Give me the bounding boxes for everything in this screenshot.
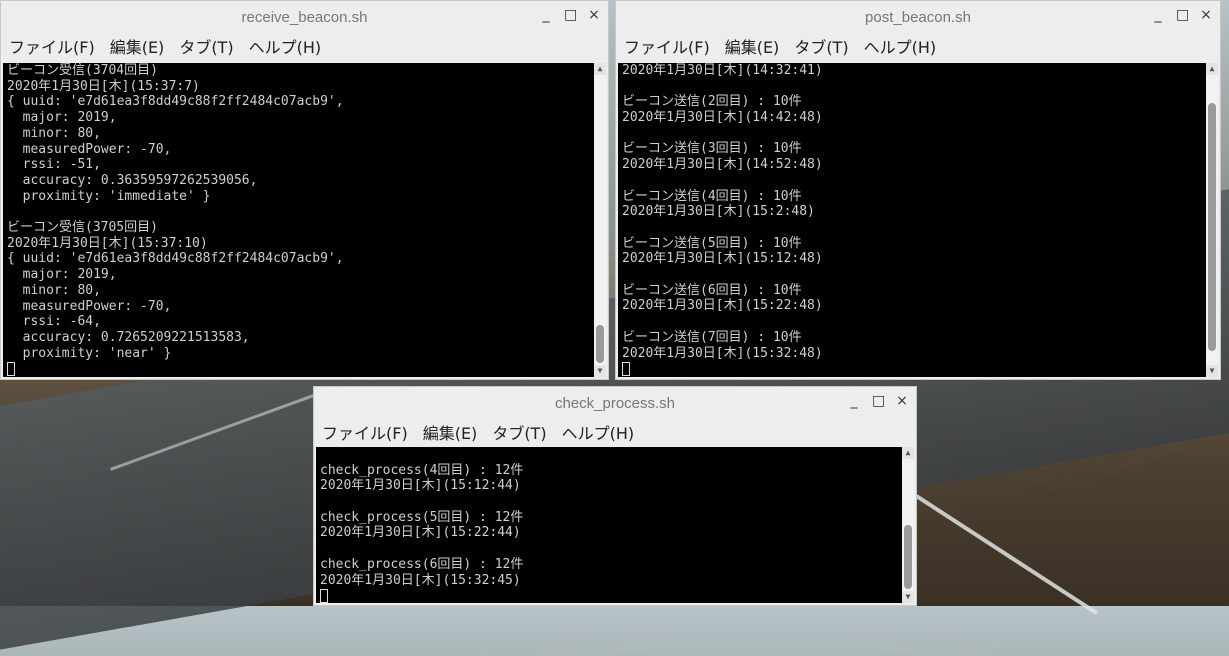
terminal-line: 2020年1月30日[木](14:32:41) bbox=[622, 63, 823, 78]
scroll-up-arrow-icon[interactable]: ▲ bbox=[1206, 63, 1218, 75]
terminal-line: { uuid: 'e7d61ea3f8dd49c88f2ff2484c07acb… bbox=[7, 251, 344, 267]
menu-help[interactable]: ヘルプ(H) bbox=[864, 34, 937, 58]
terminal-output[interactable]: 2020年1月30日[木](14:32:41) ビーコン送信(2回目) : 10件… bbox=[618, 63, 1218, 377]
terminal-line: ビーコン送信(5回目) : 10件 bbox=[622, 235, 802, 251]
menu-tabs[interactable]: タブ(T) bbox=[179, 34, 233, 58]
terminal-line: 2020年1月30日[木](15:22:48) bbox=[622, 298, 823, 314]
vertical-scrollbar[interactable]: ▲ ▼ bbox=[1206, 63, 1218, 377]
scroll-up-arrow-icon[interactable]: ▲ bbox=[594, 63, 606, 75]
terminal-line: 2020年1月30日[木](15:2:48) bbox=[622, 204, 815, 220]
menu-bar: ファイル(F) 編集(E) タブ(T) ヘルプ(H) bbox=[1, 32, 608, 60]
terminal-line: major: 2019, bbox=[7, 267, 117, 283]
maximize-button[interactable]: □ bbox=[564, 7, 577, 23]
terminal-line: ビーコン送信(7回目) : 10件 bbox=[622, 329, 802, 345]
terminal-line: 2020年1月30日[木](15:12:48) bbox=[622, 251, 823, 267]
terminal-cursor bbox=[7, 362, 15, 377]
scroll-down-arrow-icon[interactable]: ▼ bbox=[1206, 365, 1218, 377]
close-button[interactable]: × bbox=[896, 393, 908, 409]
terminal-line: 2020年1月30日[木](15:32:45) bbox=[320, 572, 521, 588]
menu-help[interactable]: ヘルプ(H) bbox=[249, 34, 322, 58]
scroll-down-arrow-icon[interactable]: ▼ bbox=[594, 365, 606, 377]
maximize-button[interactable]: □ bbox=[872, 393, 885, 409]
scroll-thumb[interactable] bbox=[596, 325, 604, 363]
terminal-line: 2020年1月30日[木](15:12:44) bbox=[320, 478, 521, 494]
terminal-line: proximity: 'near' } bbox=[7, 345, 172, 361]
terminal-line: major: 2019, bbox=[7, 110, 117, 126]
terminal-line: minor: 80, bbox=[7, 282, 101, 298]
terminal-line: accuracy: 0.7265209221513583, bbox=[7, 329, 250, 345]
terminal-line: { uuid: 'e7d61ea3f8dd49c88f2ff2484c07acb… bbox=[7, 94, 344, 110]
terminal-line: ビーコン送信(2回目) : 10件 bbox=[622, 94, 802, 110]
minimize-button[interactable]: _ bbox=[540, 7, 552, 23]
vertical-scrollbar[interactable]: ▲ ▼ bbox=[594, 63, 606, 377]
close-button[interactable]: × bbox=[588, 7, 600, 23]
terminal-line: rssi: -64, bbox=[7, 314, 101, 330]
window-title: post_beacon.sh bbox=[865, 9, 971, 26]
terminal-line: 2020年1月30日[木](14:42:48) bbox=[622, 110, 823, 126]
terminal-line: check_process(6回目) : 12件 bbox=[320, 556, 524, 572]
terminal-line: 2020年1月30日[木](15:22:44) bbox=[320, 525, 521, 541]
title-bar[interactable]: receive_beacon.sh _ □ × bbox=[1, 1, 608, 32]
terminal-line: rssi: -51, bbox=[7, 157, 101, 173]
terminal-window-check[interactable]: check_process.sh _ □ × ファイル(F) 編集(E) タブ(… bbox=[313, 386, 917, 606]
terminal-line: 2020年1月30日[木](15:37:7) bbox=[7, 78, 200, 94]
terminal-line: ビーコン送信(3回目) : 10件 bbox=[622, 141, 802, 157]
terminal-line: check_process(5回目) : 12件 bbox=[320, 509, 524, 525]
terminal-line: ビーコン受信(3705回目) bbox=[7, 220, 158, 236]
menu-edit[interactable]: 編集(E) bbox=[725, 34, 780, 58]
menu-bar: ファイル(F) 編集(E) タブ(T) ヘルプ(H) bbox=[616, 32, 1220, 60]
menu-file[interactable]: ファイル(F) bbox=[322, 420, 408, 444]
terminal-line: 2020年1月30日[木](15:37:10) bbox=[7, 235, 208, 251]
terminal-line: 2020年1月30日[木](15:32:48) bbox=[622, 345, 823, 361]
terminal-line: check_process(4回目) : 12件 bbox=[320, 462, 524, 478]
close-button[interactable]: × bbox=[1200, 7, 1212, 23]
terminal-line: measuredPower: -70, bbox=[7, 141, 172, 157]
menu-help[interactable]: ヘルプ(H) bbox=[562, 420, 635, 444]
menu-tabs[interactable]: タブ(T) bbox=[794, 34, 848, 58]
terminal-output[interactable]: check_process(4回目) : 12件 2020年1月30日[木](15… bbox=[316, 447, 914, 603]
menu-file[interactable]: ファイル(F) bbox=[9, 34, 95, 58]
title-bar[interactable]: check_process.sh _ □ × bbox=[314, 387, 916, 418]
window-title: receive_beacon.sh bbox=[241, 9, 368, 26]
terminal-line: accuracy: 0.36359597262539056, bbox=[7, 172, 258, 188]
menu-edit[interactable]: 編集(E) bbox=[110, 34, 165, 58]
terminal-output[interactable]: ビーコン受信(3704回目) 2020年1月30日[木](15:37:7){ uu… bbox=[3, 63, 606, 377]
minimize-button[interactable]: _ bbox=[848, 393, 860, 409]
terminal-line: ビーコン送信(6回目) : 10件 bbox=[622, 282, 802, 298]
menu-bar: ファイル(F) 編集(E) タブ(T) ヘルプ(H) bbox=[314, 418, 916, 446]
maximize-button[interactable]: □ bbox=[1176, 7, 1189, 23]
scroll-thumb[interactable] bbox=[1208, 103, 1216, 351]
terminal-line: measuredPower: -70, bbox=[7, 298, 172, 314]
terminal-cursor bbox=[622, 362, 630, 377]
scroll-thumb[interactable] bbox=[904, 525, 912, 589]
terminal-line: minor: 80, bbox=[7, 125, 101, 141]
terminal-line: 2020年1月30日[木](14:52:48) bbox=[622, 157, 823, 173]
minimize-button[interactable]: _ bbox=[1152, 7, 1164, 23]
scroll-up-arrow-icon[interactable]: ▲ bbox=[902, 447, 914, 459]
menu-tabs[interactable]: タブ(T) bbox=[492, 420, 546, 444]
terminal-line: proximity: 'immediate' } bbox=[7, 188, 211, 204]
menu-file[interactable]: ファイル(F) bbox=[624, 34, 710, 58]
terminal-cursor bbox=[320, 589, 328, 603]
vertical-scrollbar[interactable]: ▲ ▼ bbox=[902, 447, 914, 603]
title-bar[interactable]: post_beacon.sh _ □ × bbox=[616, 1, 1220, 32]
menu-edit[interactable]: 編集(E) bbox=[423, 420, 478, 444]
terminal-window-post[interactable]: post_beacon.sh _ □ × ファイル(F) 編集(E) タブ(T)… bbox=[615, 0, 1221, 380]
terminal-window-receive[interactable]: receive_beacon.sh _ □ × ファイル(F) 編集(E) タブ… bbox=[0, 0, 609, 380]
terminal-line: ビーコン受信(3704回目) bbox=[7, 63, 158, 78]
terminal-line: ビーコン送信(4回目) : 10件 bbox=[622, 188, 802, 204]
window-title: check_process.sh bbox=[554, 395, 676, 412]
scroll-down-arrow-icon[interactable]: ▼ bbox=[902, 591, 914, 603]
